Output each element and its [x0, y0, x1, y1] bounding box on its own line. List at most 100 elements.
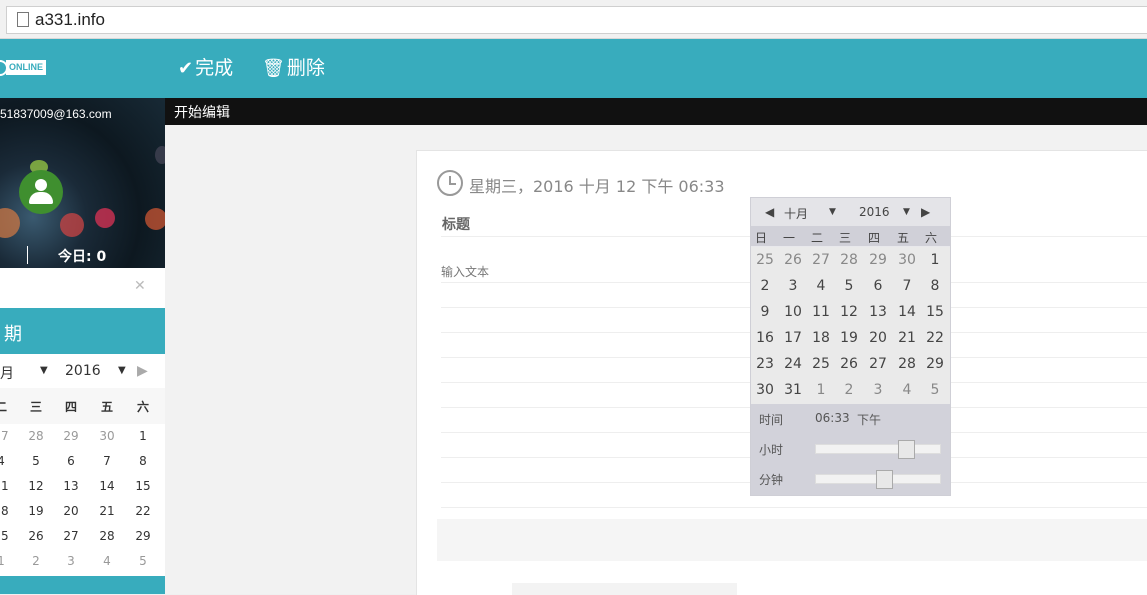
picker-day[interactable]: 6: [868, 278, 888, 294]
picker-day[interactable]: 26: [783, 252, 803, 268]
picker-day[interactable]: 7: [897, 278, 917, 294]
calendar-day[interactable]: 27: [61, 529, 81, 543]
picker-day[interactable]: 14: [897, 304, 917, 320]
picker-day[interactable]: 22: [925, 330, 945, 346]
picker-day[interactable]: 30: [897, 252, 917, 268]
picker-day[interactable]: 1: [925, 252, 945, 268]
calendar-day[interactable]: 6: [61, 454, 81, 468]
picker-day[interactable]: 13: [868, 304, 888, 320]
address-bar[interactable]: a331.info: [6, 6, 1147, 34]
picker-day[interactable]: 27: [868, 356, 888, 372]
clock-icon[interactable]: [437, 170, 463, 196]
picker-day[interactable]: 23: [755, 356, 775, 372]
prev-month-icon[interactable]: ◀: [765, 205, 774, 219]
picker-day[interactable]: 9: [755, 304, 775, 320]
picker-day[interactable]: 1: [811, 382, 831, 398]
picker-day[interactable]: 17: [783, 330, 803, 346]
calendar-day[interactable]: 12: [26, 479, 46, 493]
calendar-day[interactable]: 19: [26, 504, 46, 518]
calendar-day[interactable]: 13: [61, 479, 81, 493]
picker-day[interactable]: 5: [925, 382, 945, 398]
chevron-down-icon[interactable]: ▼: [40, 365, 48, 376]
picker-day[interactable]: 4: [897, 382, 917, 398]
minute-slider-handle[interactable]: [875, 470, 893, 489]
done-label: 完成: [195, 57, 234, 79]
picker-day[interactable]: 2: [839, 382, 859, 398]
delete-button[interactable]: 🗑 删除: [262, 53, 325, 80]
calendar-day[interactable]: 1: [0, 554, 11, 568]
calendar-day[interactable]: 28: [97, 529, 117, 543]
picker-day[interactable]: 30: [755, 382, 775, 398]
calendar-day[interactable]: 11: [0, 479, 11, 493]
calendar-day[interactable]: 2: [26, 554, 46, 568]
calendar-day[interactable]: 5: [133, 554, 153, 568]
chevron-down-icon[interactable]: ▼: [118, 365, 126, 376]
calendar-day[interactable]: 18: [0, 504, 11, 518]
calendar-day[interactable]: 4: [0, 454, 11, 468]
picker-day[interactable]: 28: [839, 252, 859, 268]
picker-day[interactable]: 26: [839, 356, 859, 372]
url-text[interactable]: a331.info: [35, 10, 105, 30]
picker-day[interactable]: 3: [783, 278, 803, 294]
calendar-day[interactable]: 26: [26, 529, 46, 543]
hour-slider-handle[interactable]: [897, 440, 915, 459]
calendar-day[interactable]: 14: [97, 479, 117, 493]
calendar-day[interactable]: 7: [97, 454, 117, 468]
picker-day[interactable]: 25: [811, 356, 831, 372]
calendar-day[interactable]: 29: [61, 429, 81, 443]
calendar-day[interactable]: 27: [0, 429, 11, 443]
close-icon[interactable]: ✕: [134, 278, 146, 294]
picker-day[interactable]: 31: [783, 382, 803, 398]
picker-day[interactable]: 19: [839, 330, 859, 346]
minute-slider[interactable]: [815, 470, 941, 489]
picker-day[interactable]: 25: [755, 252, 775, 268]
picker-month-select[interactable]: 十月: [784, 205, 808, 222]
picker-day[interactable]: 8: [925, 278, 945, 294]
chevron-down-icon[interactable]: ▼: [903, 207, 910, 217]
calendar-day[interactable]: 15: [133, 479, 153, 493]
calendar-day[interactable]: 4: [97, 554, 117, 568]
next-month-icon[interactable]: ▶: [137, 363, 148, 379]
picker-year-select[interactable]: 2016: [859, 205, 890, 219]
picker-day[interactable]: 11: [811, 304, 831, 320]
calendar-day[interactable]: 20: [61, 504, 81, 518]
picker-day[interactable]: 29: [925, 356, 945, 372]
avatar[interactable]: [19, 170, 63, 214]
calendar-day[interactable]: 28: [26, 429, 46, 443]
next-month-icon[interactable]: ▶: [921, 205, 930, 219]
picker-day[interactable]: 28: [897, 356, 917, 372]
month-select[interactable]: 月: [0, 363, 14, 383]
title-field[interactable]: 标题: [442, 214, 470, 234]
picker-day[interactable]: 18: [811, 330, 831, 346]
picker-day[interactable]: 15: [925, 304, 945, 320]
weekday-cell: 三: [838, 231, 851, 245]
picker-day[interactable]: 3: [868, 382, 888, 398]
picker-day[interactable]: 20: [868, 330, 888, 346]
calendar-day[interactable]: 30: [97, 429, 117, 443]
calendar-day[interactable]: 3: [61, 554, 81, 568]
hour-slider[interactable]: [815, 440, 941, 459]
datetime-field[interactable]: 星期三，2016 十月 12 下午 06:33: [469, 173, 725, 197]
text-input[interactable]: 输入文本: [441, 263, 489, 280]
picker-day[interactable]: 5: [839, 278, 859, 294]
calendar-day[interactable]: 5: [26, 454, 46, 468]
calendar-day[interactable]: 21: [97, 504, 117, 518]
calendar-day[interactable]: 25: [0, 529, 11, 543]
calendar-day[interactable]: 22: [133, 504, 153, 518]
picker-day[interactable]: 27: [811, 252, 831, 268]
search-row[interactable]: ✕: [0, 268, 165, 309]
picker-day[interactable]: 16: [755, 330, 775, 346]
picker-day[interactable]: 24: [783, 356, 803, 372]
picker-day[interactable]: 2: [755, 278, 775, 294]
picker-day[interactable]: 21: [897, 330, 917, 346]
chevron-down-icon[interactable]: ▼: [829, 207, 836, 217]
picker-day[interactable]: 10: [783, 304, 803, 320]
calendar-day[interactable]: 29: [133, 529, 153, 543]
calendar-day[interactable]: 8: [133, 454, 153, 468]
picker-day[interactable]: 4: [811, 278, 831, 294]
picker-day[interactable]: 29: [868, 252, 888, 268]
picker-day[interactable]: 12: [839, 304, 859, 320]
calendar-day[interactable]: 1: [133, 429, 153, 443]
done-button[interactable]: ✔ 完成: [178, 53, 233, 80]
year-select[interactable]: 2016: [65, 363, 101, 379]
